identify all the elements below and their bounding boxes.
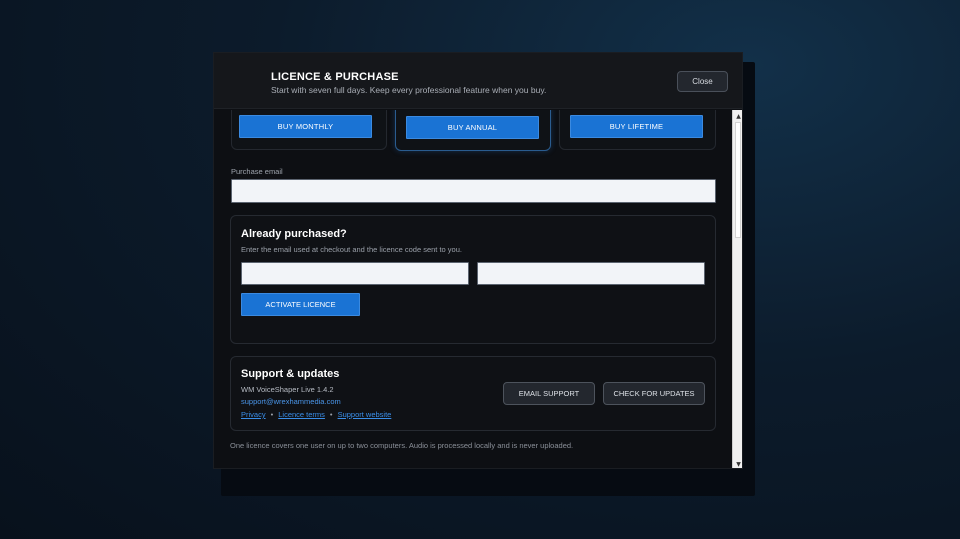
buy-monthly-button[interactable]: BUY MONTHLY [239, 115, 372, 138]
support-title: Support & updates [241, 368, 340, 380]
licence-purchase-dialog: LICENCE & PURCHASE Start with seven full… [213, 52, 743, 469]
email-support-button[interactable]: EMAIL SUPPORT [503, 382, 595, 405]
buy-lifetime-button[interactable]: BUY LIFETIME [570, 115, 703, 138]
scroll-down-arrow-icon[interactable]: ▼ [734, 459, 742, 468]
dialog-subtitle: Start with seven full days. Keep every p… [271, 85, 547, 95]
support-panel: Support & updates WM VoiceShaper Live 1.… [230, 356, 716, 431]
app-version: WM VoiceShaper Live 1.4.2 [241, 385, 334, 394]
support-website-link[interactable]: Support website [338, 410, 392, 419]
vertical-scrollbar[interactable]: ▲ ▼ [732, 110, 742, 468]
activate-licence-button[interactable]: ACTIVATE LICENCE [241, 293, 360, 316]
close-button[interactable]: Close [677, 71, 728, 92]
plan-card-lifetime: BUY LIFETIME [559, 110, 716, 150]
already-purchased-title: Already purchased? [241, 228, 347, 240]
check-for-updates-button[interactable]: CHECK FOR UPDATES [603, 382, 705, 405]
link-separator: • [329, 410, 333, 419]
plan-card-annual: BUY ANNUAL [395, 110, 551, 151]
dialog-header: LICENCE & PURCHASE Start with seven full… [214, 53, 742, 109]
privacy-link[interactable]: Privacy [241, 410, 266, 419]
dialog-content: BUY MONTHLY BUY ANNUAL BUY LIFETIME Purc… [214, 110, 732, 468]
licence-terms-link[interactable]: Licence terms [278, 410, 325, 419]
plan-card-monthly: BUY MONTHLY [231, 110, 387, 150]
buy-annual-button[interactable]: BUY ANNUAL [406, 116, 539, 139]
scroll-up-arrow-icon[interactable]: ▲ [734, 111, 742, 121]
licence-email-input[interactable] [241, 262, 469, 285]
scroll-thumb[interactable] [735, 122, 741, 238]
already-purchased-panel: Already purchased? Enter the email used … [230, 215, 716, 344]
already-purchased-description: Enter the email used at checkout and the… [241, 245, 462, 254]
purchase-email-input[interactable] [231, 179, 716, 203]
purchase-email-label: Purchase email [231, 167, 283, 176]
dialog-title: LICENCE & PURCHASE [271, 71, 399, 83]
licence-code-input[interactable] [477, 262, 705, 285]
link-separator: • [270, 410, 274, 419]
support-email-link[interactable]: support@wrexhammedia.com [241, 397, 341, 406]
footer-links: Privacy • Licence terms • Support website [241, 410, 391, 419]
licence-footnote: One licence covers one user on up to two… [230, 441, 574, 450]
